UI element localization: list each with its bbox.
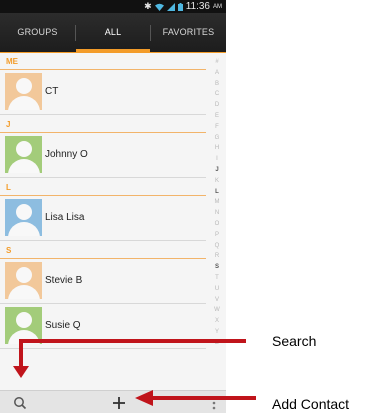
index-letter[interactable]: P bbox=[210, 230, 224, 241]
index-letter[interactable]: C bbox=[210, 89, 224, 100]
index-letter[interactable]: Y bbox=[210, 327, 224, 338]
index-letter[interactable]: X bbox=[210, 316, 224, 327]
add-icon bbox=[113, 396, 125, 409]
index-letter[interactable]: Q bbox=[210, 241, 224, 252]
index-letter[interactable]: B bbox=[210, 79, 224, 90]
alphabet-index-scroller[interactable]: #ABCDEFGHIJKLMNOPQRSTUVWXYZ bbox=[210, 57, 224, 349]
overflow-menu-button[interactable] bbox=[206, 391, 222, 413]
section-header-j: J bbox=[0, 117, 206, 133]
index-letter[interactable]: N bbox=[210, 208, 224, 219]
tab-all-label: ALL bbox=[104, 27, 122, 37]
contact-name: CT bbox=[45, 86, 59, 97]
status-bar: ✱ 11:36 AM bbox=[0, 0, 226, 13]
tab-all[interactable]: ALL bbox=[76, 13, 150, 52]
battery-icon bbox=[177, 2, 183, 11]
index-letter[interactable]: S bbox=[210, 262, 224, 273]
status-icons: ✱ 11:36 AM bbox=[144, 1, 222, 12]
contact-row[interactable]: Johnny O bbox=[0, 133, 206, 178]
tab-groups[interactable]: GROUPS bbox=[0, 13, 75, 52]
status-time: 11:36 bbox=[185, 1, 210, 12]
section-header-l: L bbox=[0, 180, 206, 196]
index-letter[interactable]: U bbox=[210, 284, 224, 295]
index-letter[interactable]: D bbox=[210, 100, 224, 111]
index-letter[interactable]: M bbox=[210, 197, 224, 208]
section-header-me: ME bbox=[0, 54, 206, 70]
contact-name: Lisa Lisa bbox=[45, 212, 85, 223]
index-letter[interactable]: V bbox=[210, 295, 224, 306]
contact-row[interactable]: CT bbox=[0, 70, 206, 115]
section-letter: S bbox=[6, 246, 12, 255]
tab-bar-bottom-line bbox=[0, 52, 226, 53]
contact-name: Susie Q bbox=[45, 320, 81, 331]
index-letter[interactable]: F bbox=[210, 122, 224, 133]
index-letter[interactable]: I bbox=[210, 154, 224, 165]
bottom-action-bar bbox=[0, 390, 226, 413]
search-arrow-head bbox=[13, 366, 29, 378]
index-letter[interactable]: # bbox=[210, 57, 224, 68]
index-letter[interactable]: T bbox=[210, 273, 224, 284]
contact-avatar bbox=[5, 136, 42, 173]
status-ampm: AM bbox=[213, 3, 222, 10]
index-letter[interactable]: J bbox=[210, 165, 224, 176]
phone-screen: ✱ 11:36 AM GROUPS ALL FAVORITES ME CT J J… bbox=[0, 0, 226, 413]
tab-favorites[interactable]: FAVORITES bbox=[151, 13, 226, 52]
index-letter[interactable]: E bbox=[210, 111, 224, 122]
signal-icon bbox=[166, 2, 175, 11]
section-letter: J bbox=[6, 120, 11, 129]
contact-avatar bbox=[5, 262, 42, 299]
contact-name: Johnny O bbox=[45, 149, 88, 160]
index-letter[interactable]: W bbox=[210, 305, 224, 316]
section-letter: ME bbox=[6, 57, 18, 66]
tab-bar: GROUPS ALL FAVORITES bbox=[0, 13, 226, 52]
search-annotation: Search bbox=[272, 333, 317, 349]
wifi-icon bbox=[154, 3, 164, 11]
index-letter[interactable]: A bbox=[210, 68, 224, 79]
search-arrow-vertical bbox=[19, 339, 23, 369]
contact-name: Stevie B bbox=[45, 275, 83, 286]
contact-row[interactable]: Lisa Lisa bbox=[0, 196, 206, 241]
add-contact-button[interactable] bbox=[107, 391, 131, 413]
index-letter[interactable]: K bbox=[210, 176, 224, 187]
search-arrow-horizontal bbox=[19, 339, 246, 343]
contact-avatar bbox=[5, 199, 42, 236]
index-letter[interactable]: O bbox=[210, 219, 224, 230]
contact-row[interactable]: Stevie B bbox=[0, 259, 206, 304]
contact-avatar bbox=[5, 73, 42, 110]
bluetooth-icon: ✱ bbox=[144, 1, 152, 11]
index-letter[interactable]: H bbox=[210, 143, 224, 154]
section-letter: L bbox=[6, 183, 11, 192]
index-letter[interactable]: L bbox=[210, 187, 224, 198]
section-header-s: S bbox=[0, 243, 206, 259]
index-letter[interactable]: R bbox=[210, 251, 224, 262]
add-contact-annotation: Add Contact bbox=[272, 396, 350, 412]
search-button[interactable] bbox=[8, 391, 32, 413]
index-letter[interactable]: G bbox=[210, 133, 224, 144]
add-contact-arrow-shaft bbox=[151, 396, 256, 400]
search-icon bbox=[14, 396, 27, 409]
